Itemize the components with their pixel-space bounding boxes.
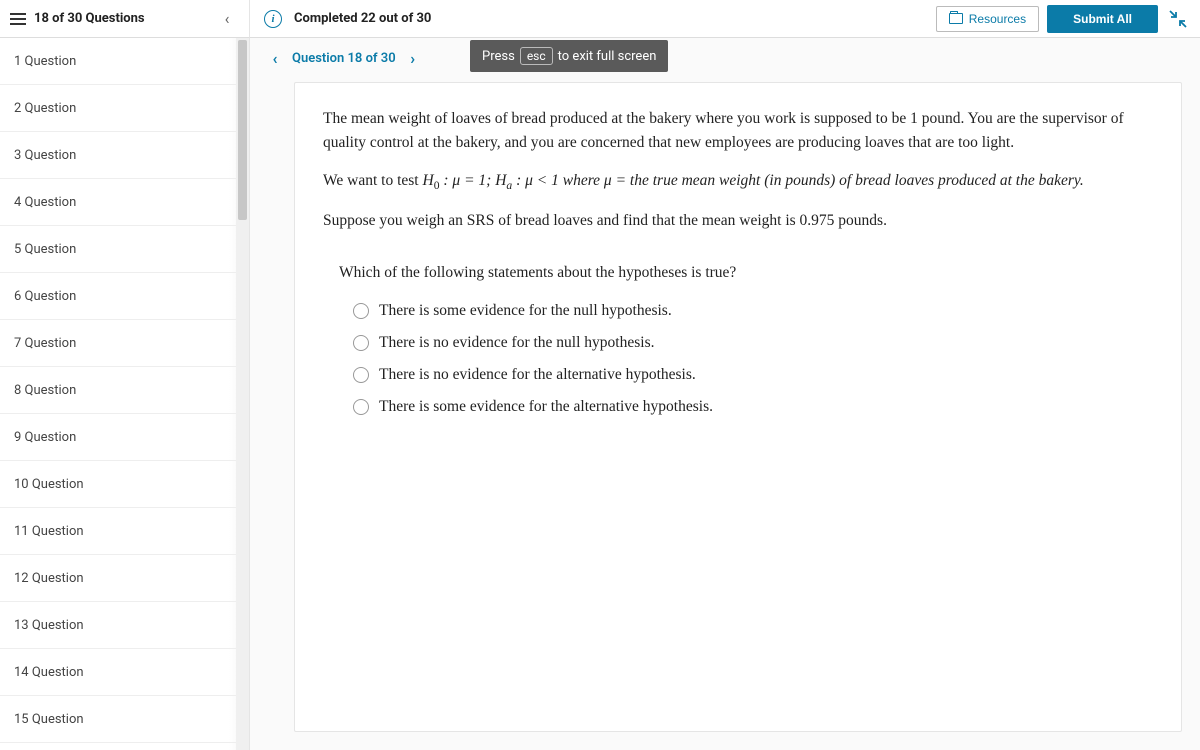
sidebar-item-q6[interactable]: 6 Question (0, 273, 249, 320)
exit-fullscreen-icon[interactable] (1168, 9, 1188, 29)
esc-key-hint: esc (520, 47, 553, 65)
sidebar-item-q2[interactable]: 2 Question (0, 85, 249, 132)
radio-icon[interactable] (353, 367, 369, 383)
collapse-sidebar-chevron[interactable]: ‹ (215, 9, 239, 28)
current-question-label: Question 18 of 30 (292, 51, 396, 66)
option-2[interactable]: There is no evidence for the null hypoth… (353, 331, 1141, 355)
main-panel: i Completed 22 out of 30 Resources Submi… (250, 0, 1200, 750)
next-question-chevron[interactable]: › (402, 49, 424, 68)
sidebar-item-q1[interactable]: 1 Question (0, 38, 249, 85)
sidebar-item-q8[interactable]: 8 Question (0, 367, 249, 414)
sidebar-item-q10[interactable]: 10 Question (0, 461, 249, 508)
sidebar-scrollbar[interactable] (236, 38, 249, 750)
sidebar-item-q5[interactable]: 5 Question (0, 226, 249, 273)
radio-icon[interactable] (353, 399, 369, 415)
radio-icon[interactable] (353, 303, 369, 319)
fullscreen-esc-banner: Press esc to exit full screen (470, 40, 668, 72)
sidebar-item-q15[interactable]: 15 Question (0, 696, 249, 743)
answer-options: There is some evidence for the null hypo… (353, 299, 1141, 419)
sidebar-item-q14[interactable]: 14 Question (0, 649, 249, 696)
completed-status: Completed 22 out of 30 (294, 11, 431, 26)
sidebar-item-q12[interactable]: 12 Question (0, 555, 249, 602)
prev-question-chevron[interactable]: ‹ (264, 49, 286, 68)
radio-icon[interactable] (353, 335, 369, 351)
option-label: There is no evidence for the alternative… (379, 363, 696, 387)
question-sidebar: 1 Question 2 Question 3 Question 4 Quest… (0, 38, 250, 750)
sidebar-header: 18 of 30 Questions ‹ (0, 0, 250, 38)
option-4[interactable]: There is some evidence for the alternati… (353, 395, 1141, 419)
option-3[interactable]: There is no evidence for the alternative… (353, 363, 1141, 387)
sidebar-scroll-thumb[interactable] (238, 40, 247, 220)
option-1[interactable]: There is some evidence for the null hypo… (353, 299, 1141, 323)
question-subnav: ‹ Question 18 of 30 › Press esc to exit … (250, 38, 1200, 78)
question-content: The mean weight of loaves of bread produ… (294, 82, 1182, 732)
question-position: 18 of 30 Questions (34, 11, 145, 26)
sidebar-item-q13[interactable]: 13 Question (0, 602, 249, 649)
sidebar-item-q16[interactable]: 16 Question (0, 743, 249, 750)
question-prompt: Which of the following statements about … (339, 261, 1141, 285)
sidebar-item-q7[interactable]: 7 Question (0, 320, 249, 367)
sidebar-item-q4[interactable]: 4 Question (0, 179, 249, 226)
resources-button[interactable]: Resources (936, 6, 1039, 32)
option-label: There is some evidence for the alternati… (379, 395, 713, 419)
option-label: There is some evidence for the null hypo… (379, 299, 672, 323)
info-icon[interactable]: i (264, 10, 282, 28)
sidebar-item-q9[interactable]: 9 Question (0, 414, 249, 461)
folder-icon (949, 13, 963, 24)
question-para-3: Suppose you weigh an SRS of bread loaves… (323, 209, 1141, 233)
sidebar-item-q11[interactable]: 11 Question (0, 508, 249, 555)
submit-all-button[interactable]: Submit All (1047, 5, 1158, 33)
question-para-1: The mean weight of loaves of bread produ… (323, 107, 1141, 155)
option-label: There is no evidence for the null hypoth… (379, 331, 654, 355)
menu-icon[interactable] (10, 13, 26, 25)
main-header: i Completed 22 out of 30 Resources Submi… (250, 0, 1200, 38)
sidebar-item-q3[interactable]: 3 Question (0, 132, 249, 179)
question-para-2: We want to test H0 : μ = 1; Ha : μ < 1 w… (323, 169, 1141, 195)
